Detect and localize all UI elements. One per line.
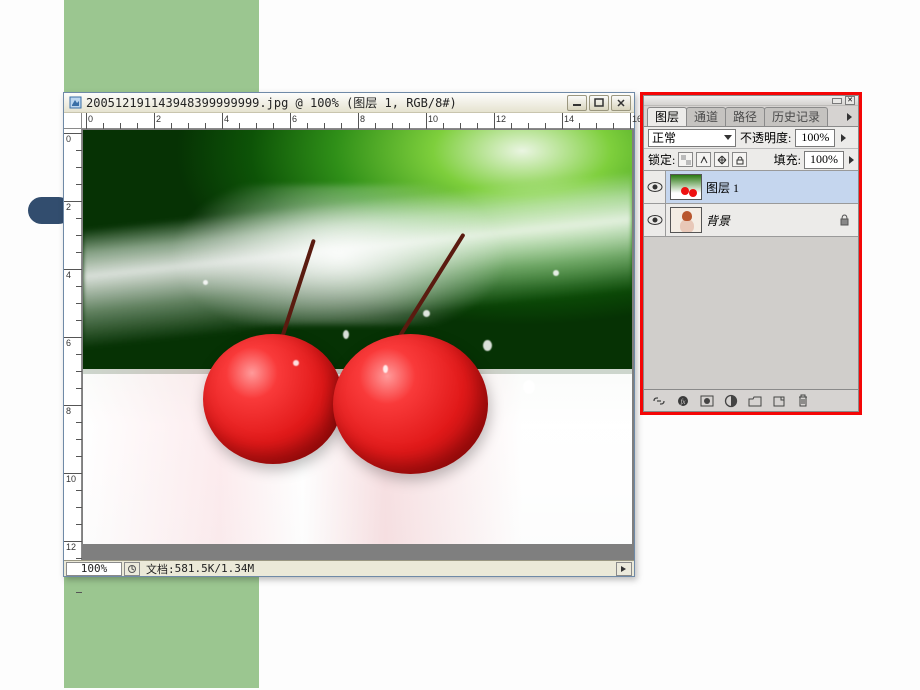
status-menu-arrow-icon[interactable] — [616, 562, 632, 576]
canvas-area[interactable] — [82, 129, 634, 560]
panel-window-bar[interactable]: ✕ — [644, 96, 858, 106]
layer-thumbnail[interactable] — [670, 207, 702, 233]
layer-name-label[interactable]: 背景 — [706, 212, 730, 229]
layer-thumbnail[interactable] — [670, 174, 702, 200]
opacity-label: 不透明度: — [740, 129, 791, 146]
window-maximize-button[interactable] — [589, 95, 609, 111]
new-layer-icon[interactable] — [770, 393, 788, 409]
window-close-button[interactable] — [611, 95, 631, 111]
fill-label: 填充: — [774, 151, 801, 168]
lock-icon — [839, 214, 850, 226]
ruler-vertical[interactable]: 024681012 — [64, 129, 82, 560]
app-doc-icon — [68, 96, 82, 110]
blend-mode-select[interactable]: 正常 — [648, 129, 736, 147]
tab-layers[interactable]: 图层 — [647, 107, 687, 126]
layer-row[interactable]: 图层 1 — [644, 171, 858, 204]
image-canvas — [83, 130, 632, 544]
panel-minimize-icon[interactable] — [832, 98, 842, 104]
blend-opacity-row: 正常 不透明度: 100% — [644, 127, 858, 149]
tab-history[interactable]: 历史记录 — [764, 107, 828, 126]
fill-input[interactable]: 100% — [804, 151, 844, 169]
layers-panel-highlight: ✕ 图层 通道 路径 历史记录 正常 不透明度: 100% 锁定: — [640, 92, 862, 415]
mask-icon[interactable] — [698, 393, 716, 409]
panel-tabs: 图层 通道 路径 历史记录 — [644, 106, 858, 127]
visibility-toggle[interactable] — [644, 204, 666, 236]
tab-paths[interactable]: 路径 — [725, 107, 765, 126]
document-status-bar: 100% 文档: 581.5K/1.34M — [64, 560, 634, 576]
ruler-origin[interactable] — [64, 113, 82, 129]
lock-fill-row: 锁定: 填充: 100% — [644, 149, 858, 171]
eye-icon — [647, 181, 663, 193]
opacity-input[interactable]: 100% — [795, 129, 835, 147]
document-titlebar[interactable]: 200512191143948399999999.jpg @ 100% (图层 … — [64, 93, 634, 113]
lock-all-icon[interactable] — [732, 152, 747, 167]
svg-text:fx: fx — [680, 398, 686, 406]
layer-name-label[interactable]: 图层 1 — [706, 179, 739, 196]
link-icon[interactable] — [650, 393, 668, 409]
eye-icon — [647, 214, 663, 226]
lock-label: 锁定: — [648, 151, 675, 168]
blend-mode-value: 正常 — [652, 129, 676, 146]
fill-slider-arrow-icon[interactable] — [849, 156, 854, 164]
status-nav-icon[interactable] — [124, 562, 140, 576]
visibility-toggle[interactable] — [644, 171, 666, 203]
status-doc-size: 581.5K/1.34M — [175, 562, 254, 575]
fx-icon[interactable]: fx — [674, 393, 692, 409]
document-window: 200512191143948399999999.jpg @ 100% (图层 … — [63, 92, 635, 577]
panel-menu-icon[interactable] — [844, 110, 856, 123]
layers-panel: ✕ 图层 通道 路径 历史记录 正常 不透明度: 100% 锁定: — [643, 95, 859, 412]
chevron-down-icon — [724, 135, 732, 140]
layer-row[interactable]: 背景 — [644, 204, 858, 237]
photo-content — [83, 130, 632, 544]
trash-icon[interactable] — [794, 393, 812, 409]
lock-position-icon[interactable] — [714, 152, 729, 167]
opacity-slider-arrow-icon[interactable] — [841, 134, 846, 142]
layer-list: 图层 1 背景 — [644, 171, 858, 389]
lock-pixels-icon[interactable] — [696, 152, 711, 167]
status-doc-label: 文档: — [146, 561, 175, 577]
adjust-icon[interactable] — [722, 393, 740, 409]
group-icon[interactable] — [746, 393, 764, 409]
document-title: 200512191143948399999999.jpg @ 100% (图层 … — [86, 94, 567, 111]
tab-channels[interactable]: 通道 — [686, 107, 726, 126]
panel-close-icon[interactable]: ✕ — [845, 96, 855, 105]
ruler-horizontal[interactable]: 0246810121416 — [82, 113, 634, 129]
lock-transparent-icon[interactable] — [678, 152, 693, 167]
zoom-input[interactable]: 100% — [66, 562, 122, 576]
layers-panel-footer: fx — [644, 389, 858, 411]
window-minimize-button[interactable] — [567, 95, 587, 111]
